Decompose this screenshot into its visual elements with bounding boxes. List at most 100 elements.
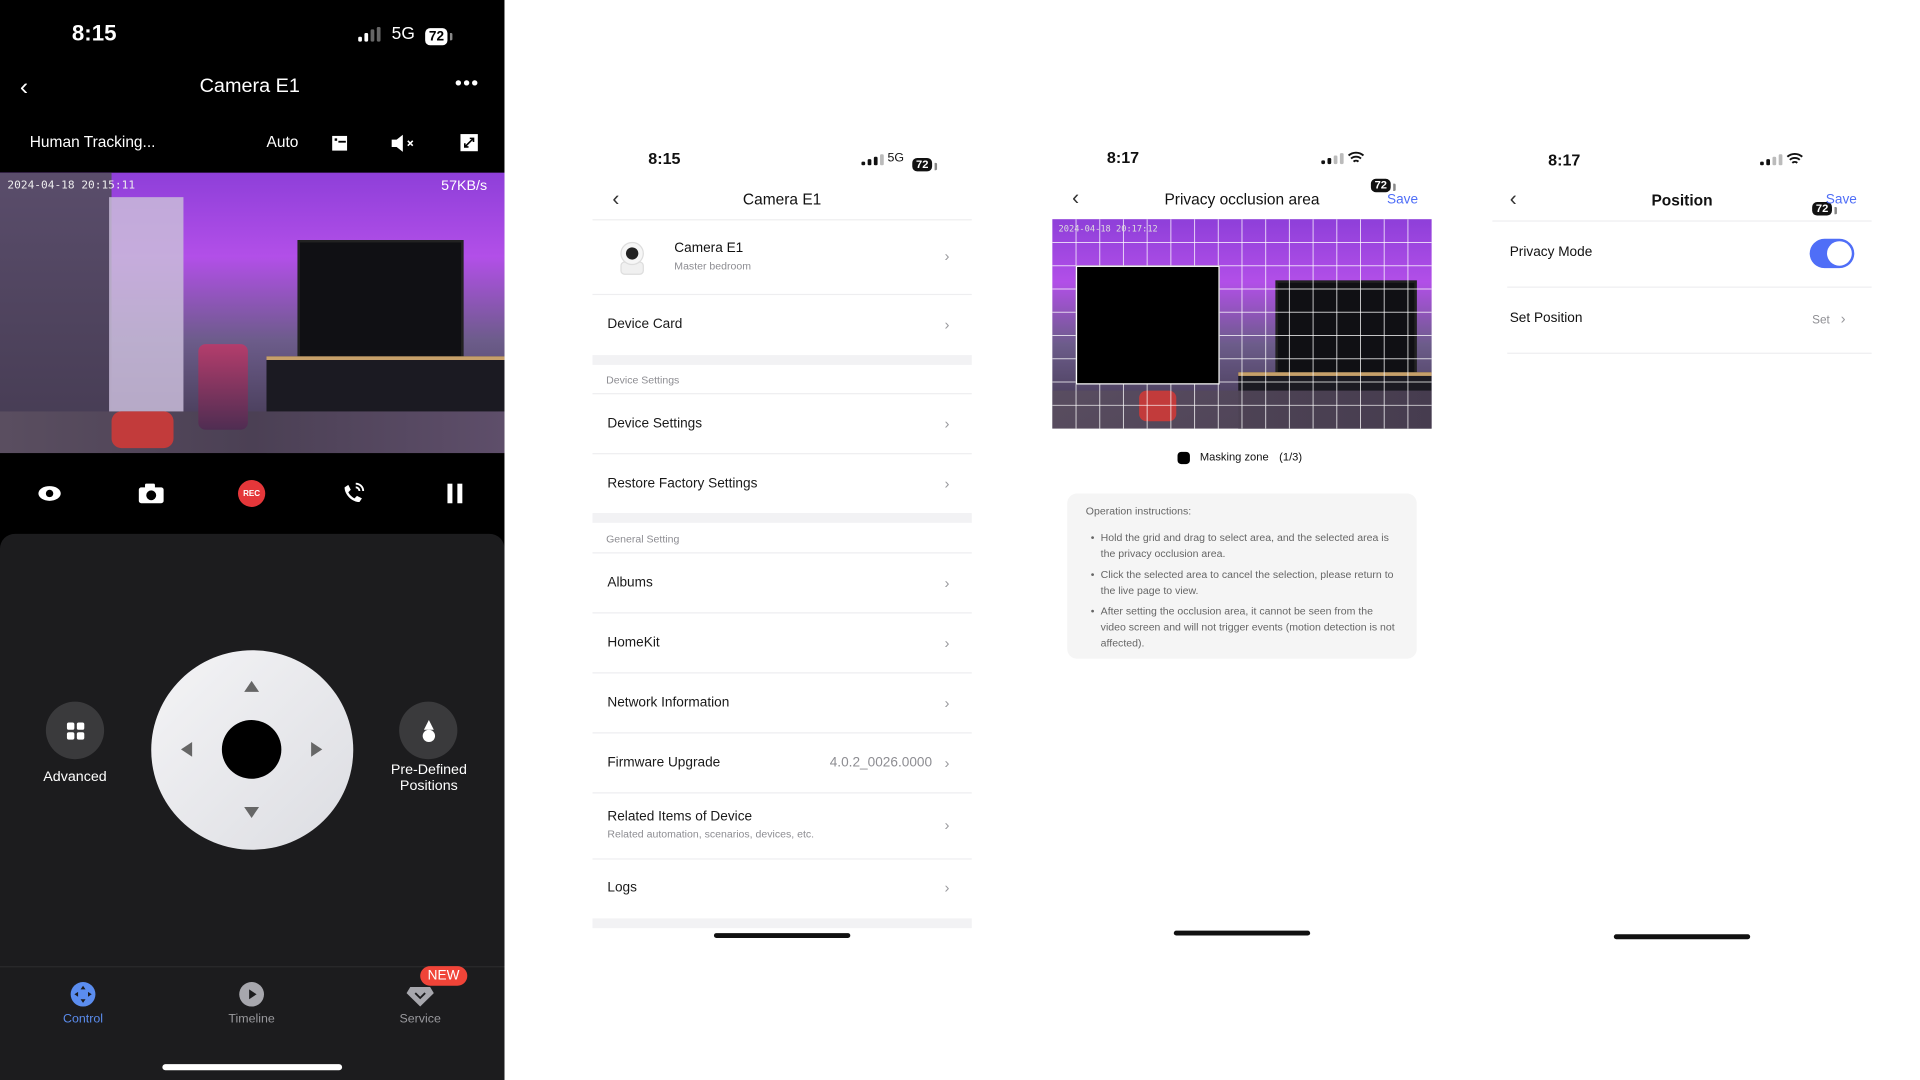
page-title: Camera E1 <box>742 191 822 209</box>
network-type: 5G <box>391 23 415 43</box>
row-device-card[interactable]: Device Card › <box>592 295 971 355</box>
predefined-positions-button[interactable] <box>399 701 458 760</box>
divider <box>1492 220 1872 222</box>
chevron-right-icon: › <box>944 634 950 652</box>
chevron-right-icon: › <box>1840 309 1846 327</box>
save-button[interactable]: Save <box>1387 192 1418 207</box>
pan-up-arrow-icon[interactable] <box>243 680 260 695</box>
instruction-item: • Click the selected area to cancel the s… <box>1091 567 1401 599</box>
row-restore-factory-settings[interactable]: Restore Factory Settings › <box>592 454 971 513</box>
chevron-right-icon: › <box>944 694 950 712</box>
section-separator <box>592 355 972 365</box>
layout-icon[interactable] <box>331 135 348 158</box>
quality-selector[interactable]: Auto <box>266 133 298 150</box>
row-label: Network Information <box>607 695 730 711</box>
camera-device-icon <box>620 241 644 275</box>
pause-icon[interactable] <box>435 474 475 513</box>
page-title: Privacy occlusion area <box>1164 191 1320 209</box>
status-time: 8:17 <box>1106 148 1140 167</box>
occlusion-grid-video[interactable]: 2024-04-18 20:17:12 <box>1052 219 1432 429</box>
live-view-screen: 8:15 5G 72 ‹ Camera E1 ••• Human Trackin… <box>0 0 505 1080</box>
predefined-label-line2: Positions <box>399 778 458 794</box>
signal-icon <box>358 26 381 42</box>
pan-right-arrow-icon[interactable] <box>309 741 324 758</box>
signal-icon <box>861 154 884 166</box>
row-label: Logs <box>607 880 637 896</box>
masking-zone-count: (1/3) <box>1279 450 1303 463</box>
live-video-feed[interactable]: 2024-04-18 20:15:11 57KB/s <box>0 172 505 454</box>
save-button[interactable]: Save <box>1826 192 1857 207</box>
play-icon <box>239 982 265 1007</box>
instructions-list: • Hold the grid and drag to select area, … <box>1091 530 1401 651</box>
snapshot-camera-icon[interactable] <box>131 474 171 513</box>
home-indicator <box>713 933 851 938</box>
instruction-text: Hold the grid and drag to select area, a… <box>1100 531 1389 560</box>
chevron-right-icon: › <box>944 816 950 834</box>
row-label: Restore Factory Settings <box>607 476 758 492</box>
mute-icon[interactable] <box>390 133 417 159</box>
signal-icon <box>1321 153 1344 165</box>
row-sublabel: Related automation, scenarios, devices, … <box>607 827 815 841</box>
bitrate-readout: 57KB/s <box>441 178 488 194</box>
page-title: Position <box>1651 192 1713 210</box>
row-homekit[interactable]: HomeKit › <box>592 613 972 674</box>
row-device-settings[interactable]: Device Settings › <box>592 394 972 455</box>
tab-timeline[interactable]: Timeline <box>214 981 288 1026</box>
instructions-card: Operation instructions: • Hold the grid a… <box>1067 493 1417 659</box>
masking-zone-legend: Masking zone <box>1199 450 1269 463</box>
device-room: Master bedroom <box>674 259 752 272</box>
tab-service[interactable]: Service <box>383 981 457 1026</box>
set-position-row[interactable]: Set Position Set › <box>1507 288 1871 353</box>
row-label: Related Items of Device <box>607 809 753 825</box>
page-title: Camera E1 <box>199 75 300 97</box>
row-related-items[interactable]: Related Items of Device Related automati… <box>592 793 972 860</box>
masking-zone-swatch <box>1177 451 1190 465</box>
row-network-information[interactable]: Network Information › <box>592 673 972 734</box>
row-label: Device Card <box>607 317 683 332</box>
video-timestamp: 2024-04-18 20:15:11 <box>7 180 136 193</box>
chevron-right-icon: › <box>944 247 950 265</box>
masking-zone[interactable] <box>1075 265 1220 385</box>
advanced-button[interactable] <box>45 701 105 760</box>
pan-left-arrow-icon[interactable] <box>180 741 195 758</box>
row-label: Firmware Upgrade <box>607 755 721 771</box>
home-indicator <box>162 1064 343 1071</box>
video-timestamp: 2024-04-18 20:17:12 <box>1058 224 1158 234</box>
ptz-center-knob[interactable] <box>221 720 282 779</box>
privacy-mode-label: Privacy Mode <box>1509 244 1593 260</box>
chevron-right-icon: › <box>944 415 950 433</box>
pan-down-arrow-icon[interactable] <box>243 806 260 821</box>
row-logs[interactable]: Logs › <box>592 860 971 919</box>
predefined-positions-label: Pre-Defined Positions <box>372 763 486 795</box>
row-firmware-upgrade[interactable]: Firmware Upgrade 4.0.2_0026.0000 › <box>592 733 972 794</box>
wifi-icon <box>1786 152 1803 164</box>
tab-timeline-label: Timeline <box>228 1012 275 1027</box>
instructions-title: Operation instructions: <box>1085 504 1192 517</box>
battery-icon: 72 <box>912 157 938 172</box>
location-pin-icon <box>422 719 435 742</box>
row-label: Albums <box>607 575 653 591</box>
section-separator <box>592 918 972 929</box>
status-time: 8:17 <box>1548 150 1581 169</box>
privacy-mode-toggle[interactable] <box>1809 238 1855 269</box>
instruction-text: Click the selected area to cancel the se… <box>1100 568 1394 597</box>
tab-control-label: Control <box>63 1012 104 1027</box>
eye-icon[interactable] <box>30 474 70 513</box>
set-position-label: Set Position <box>1509 311 1583 326</box>
chevron-right-icon: › <box>944 475 950 493</box>
predefined-label-line1: Pre-Defined <box>390 762 467 778</box>
status-time: 8:15 <box>71 20 117 46</box>
two-way-call-icon[interactable] <box>333 474 373 513</box>
row-albums[interactable]: Albums › <box>592 553 972 614</box>
advanced-label: Advanced <box>43 770 107 785</box>
wifi-icon <box>1347 151 1365 163</box>
human-tracking-toggle[interactable]: Human Tracking... <box>30 133 156 150</box>
device-header-row[interactable]: Camera E1 Master bedroom › <box>592 220 972 296</box>
fullscreen-icon[interactable] <box>460 133 479 157</box>
instruction-text: After setting the occlusion area, it can… <box>1100 604 1395 649</box>
section-header-device-settings: Device Settings <box>606 373 680 386</box>
more-icon[interactable]: ••• <box>455 73 480 95</box>
tab-control[interactable]: Control <box>46 981 120 1026</box>
record-button[interactable]: REC <box>237 480 266 507</box>
chevron-right-icon: › <box>944 574 950 592</box>
